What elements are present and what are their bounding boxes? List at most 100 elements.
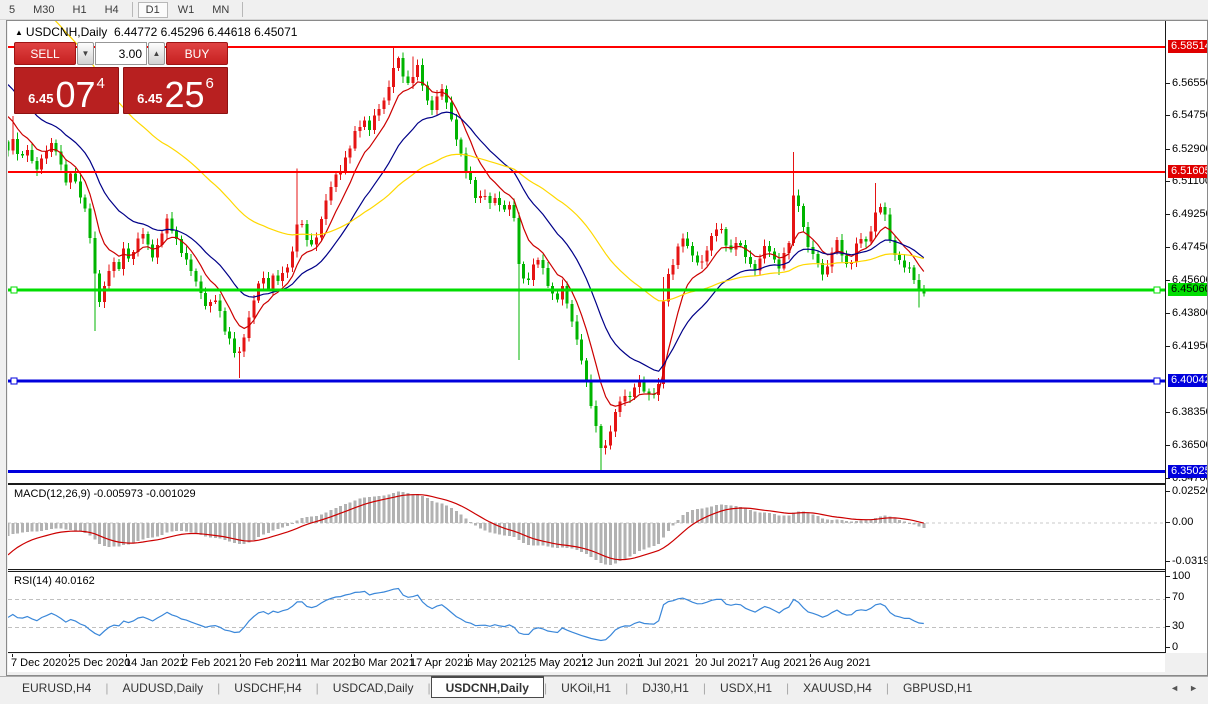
timeframe-button-d1[interactable]: D1 <box>137 1 168 18</box>
toolbar-separator <box>131 2 133 17</box>
date-label: 6 May 2021 <box>467 657 525 669</box>
tab-usdx-h1[interactable]: USDX,H1 <box>706 677 786 698</box>
macd-axis-label: 0.025209 <box>1172 485 1208 497</box>
tab-audusd-daily[interactable]: AUDUSD,Daily <box>108 677 217 698</box>
date-label: 7 Aug 2021 <box>752 657 808 669</box>
timeframe-button-w1[interactable]: W1 <box>170 2 203 18</box>
axis-tick <box>1166 491 1170 492</box>
sell-button[interactable]: SELL <box>14 42 76 65</box>
sell-price-sup: 4 <box>96 75 105 92</box>
scroll-left-icon[interactable]: ◄ <box>1170 683 1179 693</box>
spinner-up-icon: ▲ <box>152 49 161 58</box>
price-axis-label: 6.36500 <box>1172 439 1208 451</box>
date-label: 25 Dec 2020 <box>68 657 131 669</box>
axis-tick <box>1166 280 1170 282</box>
macd-panel[interactable]: MACD(12,26,9) -0.005973 -0.001029 <box>8 484 1165 570</box>
rsi-line <box>8 587 924 642</box>
buy-price-sup: 6 <box>205 75 214 92</box>
buy-price-prefix: 6.45 <box>137 91 163 106</box>
axis-tick <box>1166 477 1170 479</box>
macd-label: MACD(12,26,9) -0.005973 -0.001029 <box>14 488 196 500</box>
line-handle <box>1153 377 1161 385</box>
price-axis-label: 6.43800 <box>1172 307 1208 320</box>
buy-price-tile[interactable]: 6.45 25 6 <box>123 67 228 114</box>
trade-panel: SELL ▼ ▲ BUY 6.45 07 4 6.45 25 6 <box>14 42 230 114</box>
sell-price-tile[interactable]: 6.45 07 4 <box>14 67 119 114</box>
chart-symbol: USDCNH,Daily <box>25 25 108 39</box>
tab-usdcnh-daily[interactable]: USDCNH,Daily <box>430 676 544 698</box>
volume-increase-button[interactable]: ▲ <box>148 42 165 65</box>
price-chart-area[interactable]: ▲ USDCNH,Daily 6.44772 6.45296 6.44618 6.… <box>8 21 1165 484</box>
line-handle <box>10 286 18 294</box>
rsi-chart <box>8 587 1165 642</box>
axis-tick <box>1166 561 1170 562</box>
chart-tabs: EURUSD,H4 | AUDUSD,Daily | USDCHF,H4 | USDCAD,… <box>0 676 986 698</box>
rsi-panel[interactable]: RSI(14) 40.0162 <box>8 571 1165 653</box>
axis-tick <box>1166 576 1170 577</box>
axis-tick <box>1166 247 1170 249</box>
price-level-badge: 6.45060 <box>1168 283 1208 297</box>
date-label: 12 Jun 2021 <box>581 657 642 669</box>
tab-xauusd-h4[interactable]: XAUUSD,H4 <box>789 677 886 698</box>
axis-tick <box>1166 411 1170 413</box>
macd-signal-line <box>8 493 924 561</box>
date-label: 1 Jul 2021 <box>638 657 689 669</box>
axis-tick <box>1166 148 1170 150</box>
axis-tick <box>1166 522 1170 523</box>
rsi-axis-label: 100 <box>1172 570 1191 582</box>
rsi-label: RSI(14) 40.0162 <box>14 575 95 587</box>
macd-axis-label: -0.031994 <box>1172 555 1208 567</box>
mid-ma <box>8 84 925 372</box>
macd-axis-label: 0.00 <box>1172 516 1194 528</box>
line-handle <box>1153 286 1161 294</box>
date-label: 17 Apr 2021 <box>410 657 470 669</box>
chart-ohlc-values: 6.44772 6.45296 6.44618 6.45071 <box>113 25 298 39</box>
buy-price-big: 25 <box>164 74 205 115</box>
trading-terminal: 5 M30 H1 H4 D1 W1 MN ▲ USDCNH,Daily 6.44772 6.4… <box>0 0 1208 704</box>
price-axis-label: 6.47450 <box>1172 241 1208 254</box>
date-label: 20 Feb 2021 <box>239 657 301 669</box>
axis-tick <box>1166 626 1170 627</box>
timeframe-button-m30[interactable]: M30 <box>25 2 62 18</box>
timeframe-button-mn[interactable]: MN <box>204 2 237 18</box>
axis-tick <box>1166 597 1170 598</box>
scroll-right-icon[interactable]: ► <box>1189 683 1198 693</box>
tab-gbpusd-h1[interactable]: GBPUSD,H1 <box>889 677 986 698</box>
tab-eurusd-h4[interactable]: EURUSD,H4 <box>8 677 105 698</box>
tab-scroll-controls: ◄ ► <box>1170 677 1208 698</box>
tab-dj30-h1[interactable]: DJ30,H1 <box>628 677 703 698</box>
date-label: 2 Feb 2021 <box>182 657 238 669</box>
price-axis-label: 6.49250 <box>1172 208 1208 221</box>
date-label: 14 Jan 2021 <box>125 657 186 669</box>
buy-button[interactable]: BUY <box>166 42 228 65</box>
axis-tick <box>1166 445 1170 446</box>
sell-price-prefix: 6.45 <box>28 91 54 106</box>
timeframe-toolbar: 5 M30 H1 H4 D1 W1 MN <box>0 0 1208 20</box>
date-label: 20 Jul 2021 <box>695 657 752 669</box>
date-label: 30 Mar 2021 <box>353 657 415 669</box>
price-level-badge: 6.58514 <box>1168 40 1208 53</box>
tab-usdchf-h4[interactable]: USDCHF,H4 <box>220 677 315 698</box>
date-label: 7 Dec 2020 <box>11 657 68 669</box>
spinner-down-icon: ▼ <box>81 49 90 58</box>
volume-input[interactable] <box>95 42 147 65</box>
axis-tick <box>1166 647 1170 648</box>
triangle-up-icon: ▲ <box>15 28 23 37</box>
price-axis-label: 6.41950 <box>1172 340 1208 353</box>
chart-tab-bar: EURUSD,H4 | AUDUSD,Daily | USDCHF,H4 | USDCAD,… <box>0 676 1208 698</box>
timeframe-button-5[interactable]: 5 <box>1 2 23 18</box>
chart-title: ▲ USDCNH,Daily 6.44772 6.45296 6.44618 6.… <box>15 25 297 39</box>
price-axis-label: 6.56550 <box>1172 76 1208 89</box>
timeframe-button-h4[interactable]: H4 <box>97 2 127 18</box>
tab-usdcad-daily[interactable]: USDCAD,Daily <box>319 677 428 698</box>
volume-decrease-button[interactable]: ▼ <box>77 42 94 65</box>
date-label: 25 May 2021 <box>524 657 588 669</box>
axis-tick <box>1166 82 1170 84</box>
rsi-axis-label: 0 <box>1172 641 1179 653</box>
timeframe-button-h1[interactable]: H1 <box>65 2 95 18</box>
date-label: 11 Mar 2021 <box>296 657 357 669</box>
line-handle <box>10 377 18 385</box>
axis-tick <box>1166 346 1170 348</box>
tab-ukoil-h1[interactable]: UKOil,H1 <box>547 677 625 698</box>
fast-ma <box>8 81 925 407</box>
